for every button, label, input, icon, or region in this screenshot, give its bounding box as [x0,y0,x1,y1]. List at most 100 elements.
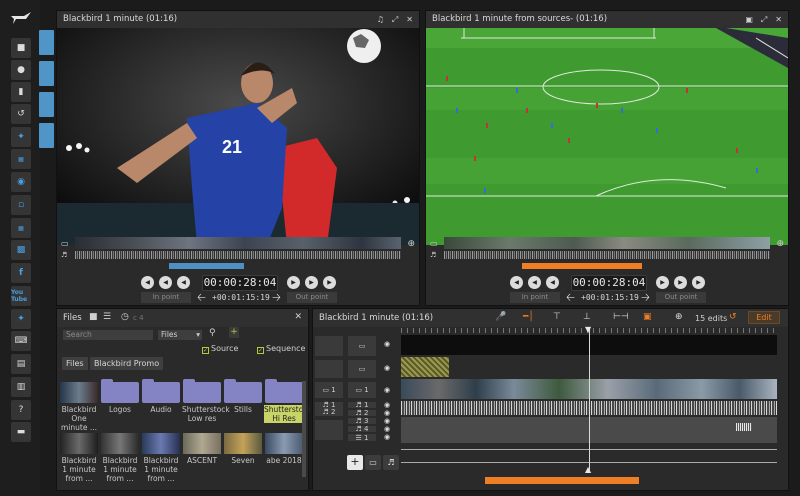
eye-icon[interactable]: ◉ [381,401,393,409]
track-header[interactable] [314,359,344,379]
expand-icon[interactable]: ⤢ [761,11,767,28]
breadcrumb-blackbird-promo[interactable]: Blackbird Promo [90,357,164,370]
file-icon[interactable]: ▫ [11,195,31,215]
zoom-icon[interactable]: ⊕ [407,239,415,249]
file-tile-seven[interactable]: Seven [224,433,262,465]
file-tile-ascent[interactable]: ASCENT [183,433,221,465]
undo-icon[interactable]: ↺ [729,312,737,322]
arrow-left-icon[interactable]: 🡠 [197,292,206,303]
arrow-right-icon[interactable]: 🡢 [641,292,650,303]
track-header[interactable]: ▭ 1 [347,381,377,399]
audio-clip-small[interactable] [736,423,752,431]
program-video-frame[interactable] [426,28,788,245]
zoom-icon[interactable]: ⊕ [675,312,683,322]
file-tile-abe-2018[interactable]: abe 2018 [265,433,303,465]
globe-icon[interactable]: ◉ [11,172,31,192]
program-in-out-range[interactable] [522,263,642,269]
volume-icon[interactable]: ♫ [377,11,384,28]
playhead-bottom-icon[interactable]: ▲ [585,465,591,474]
program-in-point-button[interactable]: In point [510,292,560,303]
playhead[interactable] [589,328,590,470]
folder-icon[interactable]: ■ [11,38,31,58]
lock-icon[interactable]: ▣ [643,312,652,322]
program-out-point-button[interactable]: Out point [656,292,706,303]
source-in-point-button[interactable]: In point [141,292,191,303]
close-icon[interactable]: ✕ [294,312,302,322]
audio-track-header[interactable]: ♬ 2 [347,409,377,417]
zoom-icon[interactable]: ⊕ [776,239,784,249]
file-tile-blackbird-1-minute[interactable]: Blackbird 1 minute from ... [60,433,98,483]
file-tile-audio[interactable]: Audio [142,379,180,414]
go-to-out-icon[interactable]: ▶ [692,276,705,289]
breadcrumb-files[interactable]: Files [62,357,88,370]
eye-icon[interactable]: ◉ [381,385,393,395]
folder-icon[interactable]: ■ [89,312,98,322]
expand-icon[interactable]: ⤢ [392,11,398,28]
list-icon[interactable]: ☰ [103,312,111,322]
source-out-point-button[interactable]: Out point [287,292,337,303]
arrow-right-icon[interactable]: 🡢 [272,292,281,303]
files-scope-select[interactable]: Files ▾ [157,329,203,341]
insert-icon[interactable]: ⊤ [553,312,561,322]
search-icon[interactable]: ⚲ [209,328,216,338]
side-tab[interactable] [39,61,54,86]
video-track-header[interactable]: ▭ 1 [314,381,344,399]
arrow-left-icon[interactable]: 🡠 [566,292,575,303]
split-icon[interactable]: ⊢⊣ [613,312,629,322]
source-in-out-range[interactable] [169,263,244,269]
help-icon[interactable]: ? [11,400,31,420]
close-icon[interactable]: ✕ [775,11,782,28]
eye-icon[interactable]: ◉ [381,409,393,417]
play-icon[interactable]: ▶ [287,276,300,289]
twitter-icon[interactable]: ✦ [11,127,31,147]
play-backward-icon[interactable]: ◀ [177,276,190,289]
go-to-in-icon[interactable]: ◀ [510,276,523,289]
file-tile-blackbird-1-minute[interactable]: Blackbird 1 minute from ... [101,433,139,483]
program-timecode[interactable]: 00:00:28:04 [571,275,647,291]
source-timecode[interactable]: 00:00:28:04 [202,275,278,291]
upload-icon[interactable]: ● [11,60,31,80]
program-audio-waveform[interactable] [444,251,770,259]
storage-icon[interactable]: ▤ [11,354,31,374]
source-checkbox[interactable]: ✓ Source [202,344,238,354]
step-forward-icon[interactable]: ▶ [674,276,687,289]
add-icon[interactable]: + [229,327,239,338]
track-header[interactable] [314,335,344,357]
history-icon[interactable]: ↺ [11,104,31,124]
clock-icon[interactable]: ◷ [121,312,129,322]
add-track-button[interactable]: + [347,455,363,470]
eye-icon[interactable]: ◉ [381,433,393,441]
youtube-icon[interactable]: You Tube [11,286,31,306]
step-back-icon[interactable]: ◀ [159,276,172,289]
eye-icon[interactable]: ◉ [381,363,393,373]
sequence-checkbox[interactable]: ✓ Sequence [257,344,305,354]
twitter-icon[interactable]: ✦ [11,309,31,329]
keyboard-icon[interactable]: ⌨ [11,331,31,351]
side-tab[interactable] [39,92,54,117]
edit-button[interactable]: Edit [748,311,780,324]
clip-graphic[interactable] [401,357,449,377]
file-tile-shutterstock-low-res[interactable]: Shutterstock Low res [182,379,230,423]
file-tile-shutterstock-hi-res[interactable]: Shutterstock Hi Res [264,379,312,423]
file-tile-stills[interactable]: Stills [224,379,262,414]
speaker-icon[interactable]: ♬ [383,455,399,470]
overwrite-icon[interactable]: ⊥ [583,312,591,322]
file-tile-logos[interactable]: Logos [101,379,139,414]
audio-track-header[interactable]: ♬ 4 [347,425,377,433]
save-icon[interactable]: ▣ [745,11,753,28]
track-header[interactable]: ▭ [347,335,377,357]
monitor-icon[interactable]: ▭ [365,455,381,470]
side-tab[interactable] [39,30,54,55]
file-tile-blackbird-1-minute[interactable]: Blackbird 1 minute from ... [142,433,180,483]
play-backward-icon[interactable]: ◀ [546,276,559,289]
eye-icon[interactable]: ◉ [381,425,393,433]
stats-icon[interactable]: ▥ [11,377,31,397]
side-tab[interactable] [39,123,54,148]
files-scrollbar[interactable] [302,381,306,477]
close-icon[interactable]: ✕ [406,11,413,28]
archive-icon[interactable]: ▦ [11,218,31,238]
timeline-scrollbar[interactable] [485,477,639,484]
archive-icon[interactable]: ▦ [11,149,31,169]
source-video-frame[interactable]: 21 [57,28,419,245]
playhead-top-icon[interactable]: ▼ [585,325,591,334]
